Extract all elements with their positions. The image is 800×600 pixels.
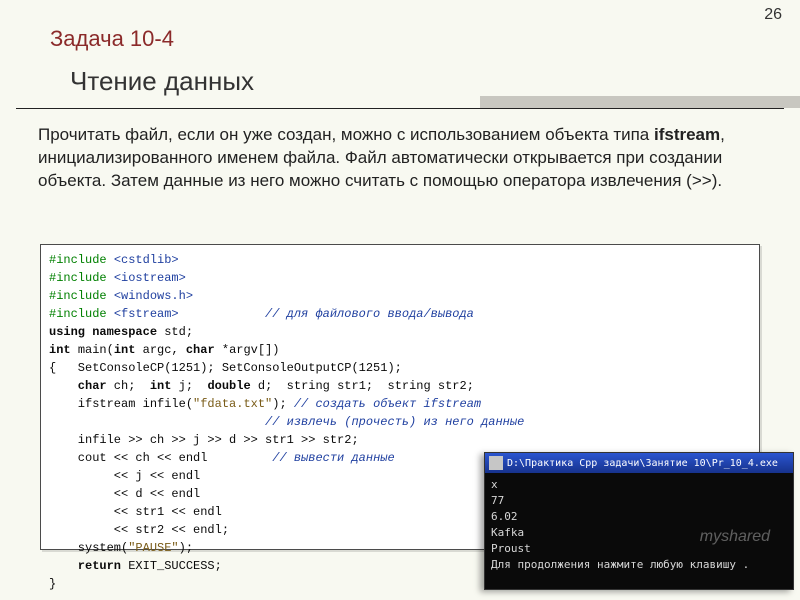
code-token: EXIT_SUCCESS; <box>121 559 222 573</box>
code-token: char <box>186 343 222 357</box>
code-token: *argv[]) <box>222 343 280 357</box>
code-token: d; string str1; string str2; <box>251 379 474 393</box>
code-token: <fstream> <box>114 307 179 321</box>
code-token: argc, <box>143 343 186 357</box>
code-token: #include <box>49 289 114 303</box>
console-line: Kafka <box>491 526 524 539</box>
console-line: 6.02 <box>491 510 518 523</box>
code-comment: // вывести данные <box>207 451 394 465</box>
code-line: << str1 << endl <box>49 505 222 519</box>
console-title: D:\Практика Cpp задачи\Занятие 10\Pr_10_… <box>507 458 789 469</box>
code-token: using namespace <box>49 325 157 339</box>
console-icon <box>489 456 503 470</box>
code-token: double <box>207 379 250 393</box>
console-line: x <box>491 478 498 491</box>
console-output: x 77 6.02 Kafka Proust Для продолжения н… <box>485 473 793 577</box>
code-token: ); <box>179 541 193 555</box>
keyword-ifstream: ifstream <box>654 125 720 144</box>
title-bar: Чтение данных <box>0 62 800 108</box>
code-token: main( <box>78 343 114 357</box>
code-token: return <box>49 559 121 573</box>
console-line: Для продолжения нажмите любую клавишу . <box>491 558 749 571</box>
code-comment: // извлечь (прочесть) из него данные <box>49 415 524 429</box>
code-token: int <box>49 343 78 357</box>
console-line: Proust <box>491 542 531 555</box>
code-token: j; <box>171 379 207 393</box>
console-titlebar: D:\Практика Cpp задачи\Занятие 10\Pr_10_… <box>485 453 793 473</box>
code-token: ch; <box>107 379 150 393</box>
code-token: system( <box>49 541 128 555</box>
code-line: infile >> ch >> j >> d >> str1 >> str2; <box>49 433 359 447</box>
code-comment: // создать объект ifstream <box>294 397 481 411</box>
code-token: int <box>114 343 143 357</box>
console-window: D:\Практика Cpp задачи\Занятие 10\Pr_10_… <box>484 452 794 590</box>
code-token: #include <box>49 253 114 267</box>
console-line: 77 <box>491 494 504 507</box>
code-line: << d << endl <box>49 487 200 501</box>
code-token: #include <box>49 271 114 285</box>
code-token: <iostream> <box>114 271 186 285</box>
body-paragraph: Прочитать файл, если он уже создан, можн… <box>38 124 768 193</box>
body-text-1: Прочитать файл, если он уже создан, можн… <box>38 125 654 144</box>
code-token: ifstream infile( <box>49 397 193 411</box>
code-token: char <box>49 379 107 393</box>
code-token: int <box>150 379 172 393</box>
code-token: <windows.h> <box>114 289 193 303</box>
task-label: Задача 10-4 <box>50 26 174 52</box>
page-number: 26 <box>764 6 782 24</box>
code-comment: // для файлового ввода/вывода <box>179 307 474 321</box>
code-token: #include <box>49 307 114 321</box>
code-token: <cstdlib> <box>114 253 179 267</box>
slide-title: Чтение данных <box>70 66 254 97</box>
code-line: { SetConsoleCP(1251); SetConsoleOutputCP… <box>49 361 402 375</box>
code-line: } <box>49 577 56 591</box>
code-string: "fdata.txt" <box>193 397 272 411</box>
code-token: std; <box>157 325 193 339</box>
code-line: << str2 << endl; <box>49 523 229 537</box>
code-token: ); <box>272 397 294 411</box>
code-string: "PAUSE" <box>128 541 178 555</box>
code-token: cout << ch << endl <box>49 451 207 465</box>
divider <box>16 108 784 109</box>
code-line: << j << endl <box>49 469 200 483</box>
title-shadow <box>480 96 800 108</box>
